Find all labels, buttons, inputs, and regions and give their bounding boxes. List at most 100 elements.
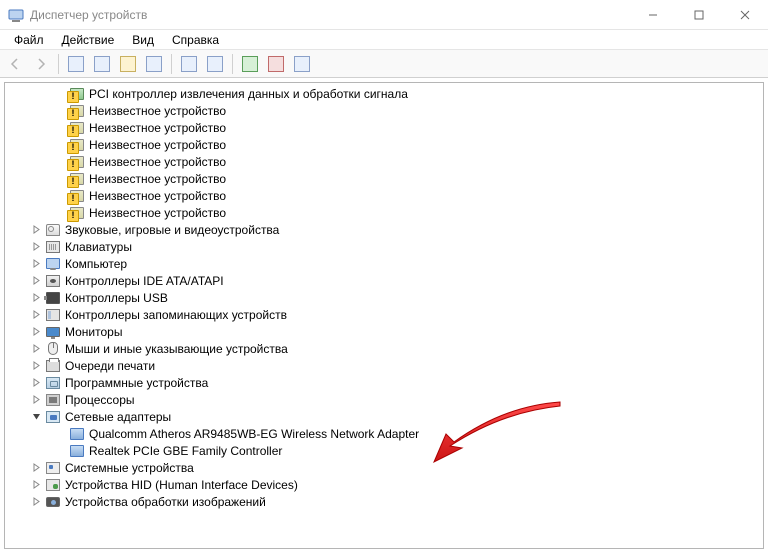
menu-help[interactable]: Справка	[164, 31, 227, 49]
unknown-warn-icon	[69, 188, 85, 204]
tree-item-label: Программные устройства	[65, 376, 208, 390]
expand-arrow[interactable]	[29, 308, 43, 322]
expand-arrow[interactable]	[29, 342, 43, 356]
category-item[interactable]: Мониторы	[5, 323, 763, 340]
tree-item-label: Неизвестное устройство	[89, 155, 226, 169]
expand-arrow[interactable]	[29, 240, 43, 254]
enable-button[interactable]	[239, 53, 261, 75]
properties-sheet-button[interactable]	[91, 53, 113, 75]
tree-item-label: Контроллеры запоминающих устройств	[65, 308, 287, 322]
menu-action[interactable]: Действие	[54, 31, 123, 49]
tree-item-label: Системные устройства	[65, 461, 194, 475]
expand-arrow[interactable]	[29, 325, 43, 339]
category-item[interactable]: Программные устройства	[5, 374, 763, 391]
scan-changes-button[interactable]	[291, 53, 313, 75]
scan-icon	[181, 56, 197, 72]
audio-icon	[45, 222, 61, 238]
unknown-warn-icon	[69, 205, 85, 221]
device-tree-panel[interactable]: PCI контроллер извлечения данных и обраб…	[4, 82, 764, 549]
category-item[interactable]: Системные устройства	[5, 459, 763, 476]
app-icon	[8, 7, 24, 23]
category-item[interactable]: Устройства HID (Human Interface Devices)	[5, 476, 763, 493]
cpu-icon	[45, 392, 61, 408]
device-item[interactable]: Неизвестное устройство	[5, 102, 763, 119]
category-item[interactable]: Клавиатуры	[5, 238, 763, 255]
uninstall-button[interactable]	[265, 53, 287, 75]
category-item[interactable]: Процессоры	[5, 391, 763, 408]
expand-arrow[interactable]	[29, 274, 43, 288]
action-icon	[146, 56, 162, 72]
tree-item-label: Неизвестное устройство	[89, 172, 226, 186]
expand-arrow[interactable]	[29, 393, 43, 407]
category-item[interactable]: Компьютер	[5, 255, 763, 272]
net-icon	[45, 409, 61, 425]
update-driver-button[interactable]	[204, 53, 226, 75]
software-icon	[45, 375, 61, 391]
device-item[interactable]: Qualcomm Atheros AR9485WB-EG Wireless Ne…	[5, 425, 763, 442]
keyboard-icon	[45, 239, 61, 255]
expand-arrow[interactable]	[29, 359, 43, 373]
category-item[interactable]: Контроллеры запоминающих устройств	[5, 306, 763, 323]
expand-arrow[interactable]	[29, 223, 43, 237]
toolbar	[0, 50, 768, 78]
device-item[interactable]: Неизвестное устройство	[5, 170, 763, 187]
device-item[interactable]: Неизвестное устройство	[5, 119, 763, 136]
show-hide-console-button[interactable]	[65, 53, 87, 75]
forward-button[interactable]	[30, 53, 52, 75]
category-item[interactable]: Контроллеры USB	[5, 289, 763, 306]
expand-arrow[interactable]	[29, 478, 43, 492]
device-item[interactable]: Неизвестное устройство	[5, 136, 763, 153]
close-button[interactable]	[722, 0, 768, 29]
enable-icon	[242, 56, 258, 72]
window-controls	[630, 0, 768, 29]
category-item[interactable]: Очереди печати	[5, 357, 763, 374]
action-toolbar-button[interactable]	[143, 53, 165, 75]
netcard-icon	[69, 443, 85, 459]
tree-item-label: Процессоры	[65, 393, 135, 407]
printer-icon	[45, 358, 61, 374]
device-item[interactable]: Неизвестное устройство	[5, 187, 763, 204]
console-icon	[68, 56, 84, 72]
unknown-warn-icon	[69, 154, 85, 170]
properties-icon	[94, 56, 110, 72]
expand-arrow[interactable]	[29, 376, 43, 390]
device-item[interactable]: Realtek PCIe GBE Family Controller	[5, 442, 763, 459]
unknown-warn-icon	[69, 137, 85, 153]
window-title: Диспетчер устройств	[30, 8, 630, 22]
imaging-icon	[45, 494, 61, 510]
storage-icon	[45, 307, 61, 323]
category-item[interactable]: Контроллеры IDE ATA/ATAPI	[5, 272, 763, 289]
back-button[interactable]	[4, 53, 26, 75]
category-item[interactable]: Мыши и иные указывающие устройства	[5, 340, 763, 357]
help-toolbar-button[interactable]	[117, 53, 139, 75]
expand-arrow[interactable]	[29, 495, 43, 509]
tree-item-label: Неизвестное устройство	[89, 121, 226, 135]
category-item[interactable]: Сетевые адаптеры	[5, 408, 763, 425]
computer-icon	[45, 256, 61, 272]
maximize-button[interactable]	[676, 0, 722, 29]
expand-arrow[interactable]	[29, 291, 43, 305]
tree-item-label: PCI контроллер извлечения данных и обраб…	[89, 87, 408, 101]
minimize-button[interactable]	[630, 0, 676, 29]
menu-file[interactable]: Файл	[6, 31, 52, 49]
device-tree: PCI контроллер извлечения данных и обраб…	[5, 83, 763, 530]
expand-arrow[interactable]	[29, 257, 43, 271]
unknown-warn-icon	[69, 120, 85, 136]
menu-view[interactable]: Вид	[124, 31, 162, 49]
sys-icon	[45, 460, 61, 476]
tree-item-label: Устройства обработки изображений	[65, 495, 266, 509]
update-icon	[207, 56, 223, 72]
scan-hardware-button[interactable]	[178, 53, 200, 75]
uninstall-icon	[268, 56, 284, 72]
expand-arrow[interactable]	[29, 461, 43, 475]
tree-item-label: Компьютер	[65, 257, 127, 271]
category-item[interactable]: Звуковые, игровые и видеоустройства	[5, 221, 763, 238]
category-item[interactable]: Устройства обработки изображений	[5, 493, 763, 510]
device-item[interactable]: Неизвестное устройство	[5, 153, 763, 170]
device-item[interactable]: Неизвестное устройство	[5, 204, 763, 221]
titlebar: Диспетчер устройств	[0, 0, 768, 30]
device-item[interactable]: PCI контроллер извлечения данных и обраб…	[5, 85, 763, 102]
expand-arrow[interactable]	[29, 410, 43, 424]
usb-icon	[45, 290, 61, 306]
tree-item-label: Мыши и иные указывающие устройства	[65, 342, 288, 356]
